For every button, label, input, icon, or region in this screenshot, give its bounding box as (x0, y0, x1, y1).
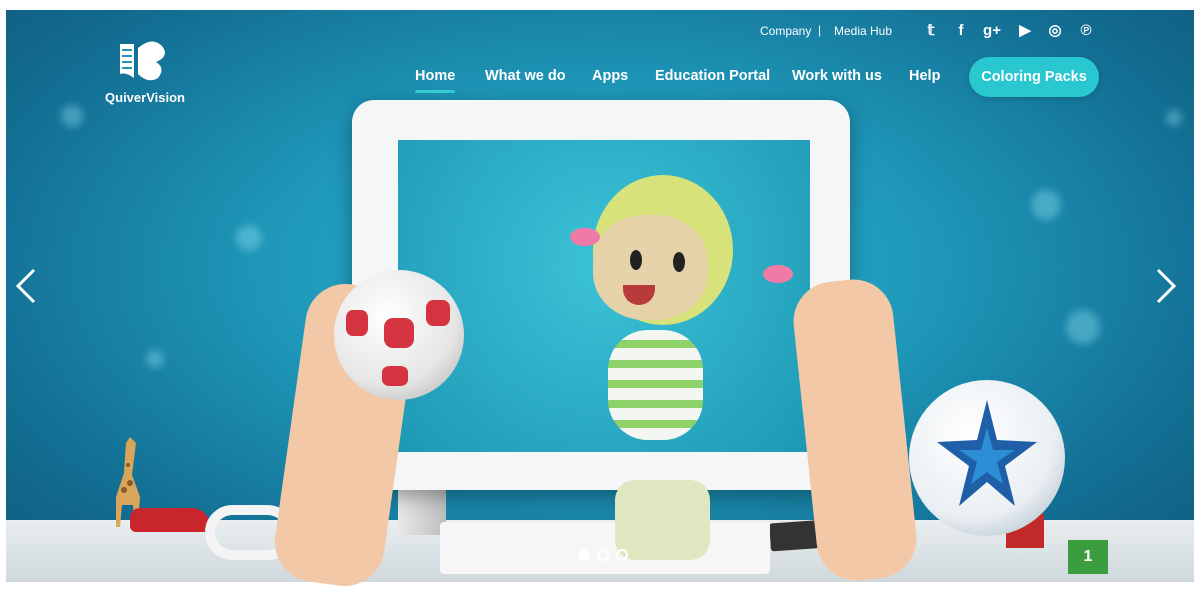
nav-work-with-us[interactable]: Work with us (792, 68, 882, 84)
facebook-icon[interactable]: f (952, 22, 970, 40)
character-body (608, 330, 703, 440)
bokeh-light (1166, 110, 1182, 126)
colored-soccer-ball (334, 270, 464, 400)
bokeh-light (1031, 190, 1061, 220)
carousel-dot-2[interactable] (597, 549, 609, 561)
carousel-next-button[interactable] (1154, 268, 1178, 304)
bokeh-light (236, 225, 262, 251)
nav-what-we-do[interactable]: What we do (485, 68, 566, 84)
bokeh-light (146, 350, 164, 368)
character-legs (615, 480, 710, 560)
character-eye (630, 250, 642, 270)
character-face (593, 215, 708, 320)
star-soccer-ball (909, 380, 1065, 536)
butterfly-logo-icon (120, 41, 165, 81)
nav-education-portal[interactable]: Education Portal (655, 68, 770, 84)
character-eye (673, 252, 685, 272)
company-link[interactable]: Company (760, 24, 811, 38)
top-separator: | (818, 23, 822, 37)
instagram-icon[interactable]: ◎ (1046, 22, 1064, 40)
nav-home[interactable]: Home (415, 68, 455, 84)
coloring-packs-button[interactable]: Coloring Packs (969, 57, 1099, 97)
brand-name: QuiverVision (105, 90, 185, 105)
bokeh-light (61, 105, 83, 127)
character-ear (570, 228, 600, 246)
chevron-right-icon (1156, 268, 1177, 304)
tablet-screen (398, 140, 810, 452)
logo[interactable]: QuiverVision (100, 38, 190, 108)
ball-patch (346, 310, 368, 336)
carousel-dot-3[interactable] (616, 549, 628, 561)
toy-car (130, 508, 210, 532)
chevron-left-icon (15, 268, 36, 304)
ball-patch (382, 366, 408, 386)
pinterest-icon[interactable]: ℗ (1077, 22, 1095, 40)
nav-active-indicator (415, 90, 455, 93)
twitter-icon[interactable]: 𝕥 (922, 22, 940, 40)
carousel-dot-1[interactable] (578, 549, 590, 561)
nav-apps[interactable]: Apps (592, 68, 628, 84)
nav-help[interactable]: Help (909, 68, 940, 84)
media-hub-link[interactable]: Media Hub (834, 24, 892, 38)
toy-block-green: 1 (1068, 540, 1108, 574)
youtube-icon[interactable]: ▶ (1016, 22, 1034, 40)
ball-patch (426, 300, 450, 326)
coloring-sheet (440, 522, 770, 574)
ball-patch (384, 318, 414, 348)
google-plus-icon[interactable]: g+ (983, 22, 1001, 40)
character-ear (763, 265, 793, 283)
carousel-prev-button[interactable] (14, 268, 38, 304)
bokeh-light (1066, 310, 1100, 344)
